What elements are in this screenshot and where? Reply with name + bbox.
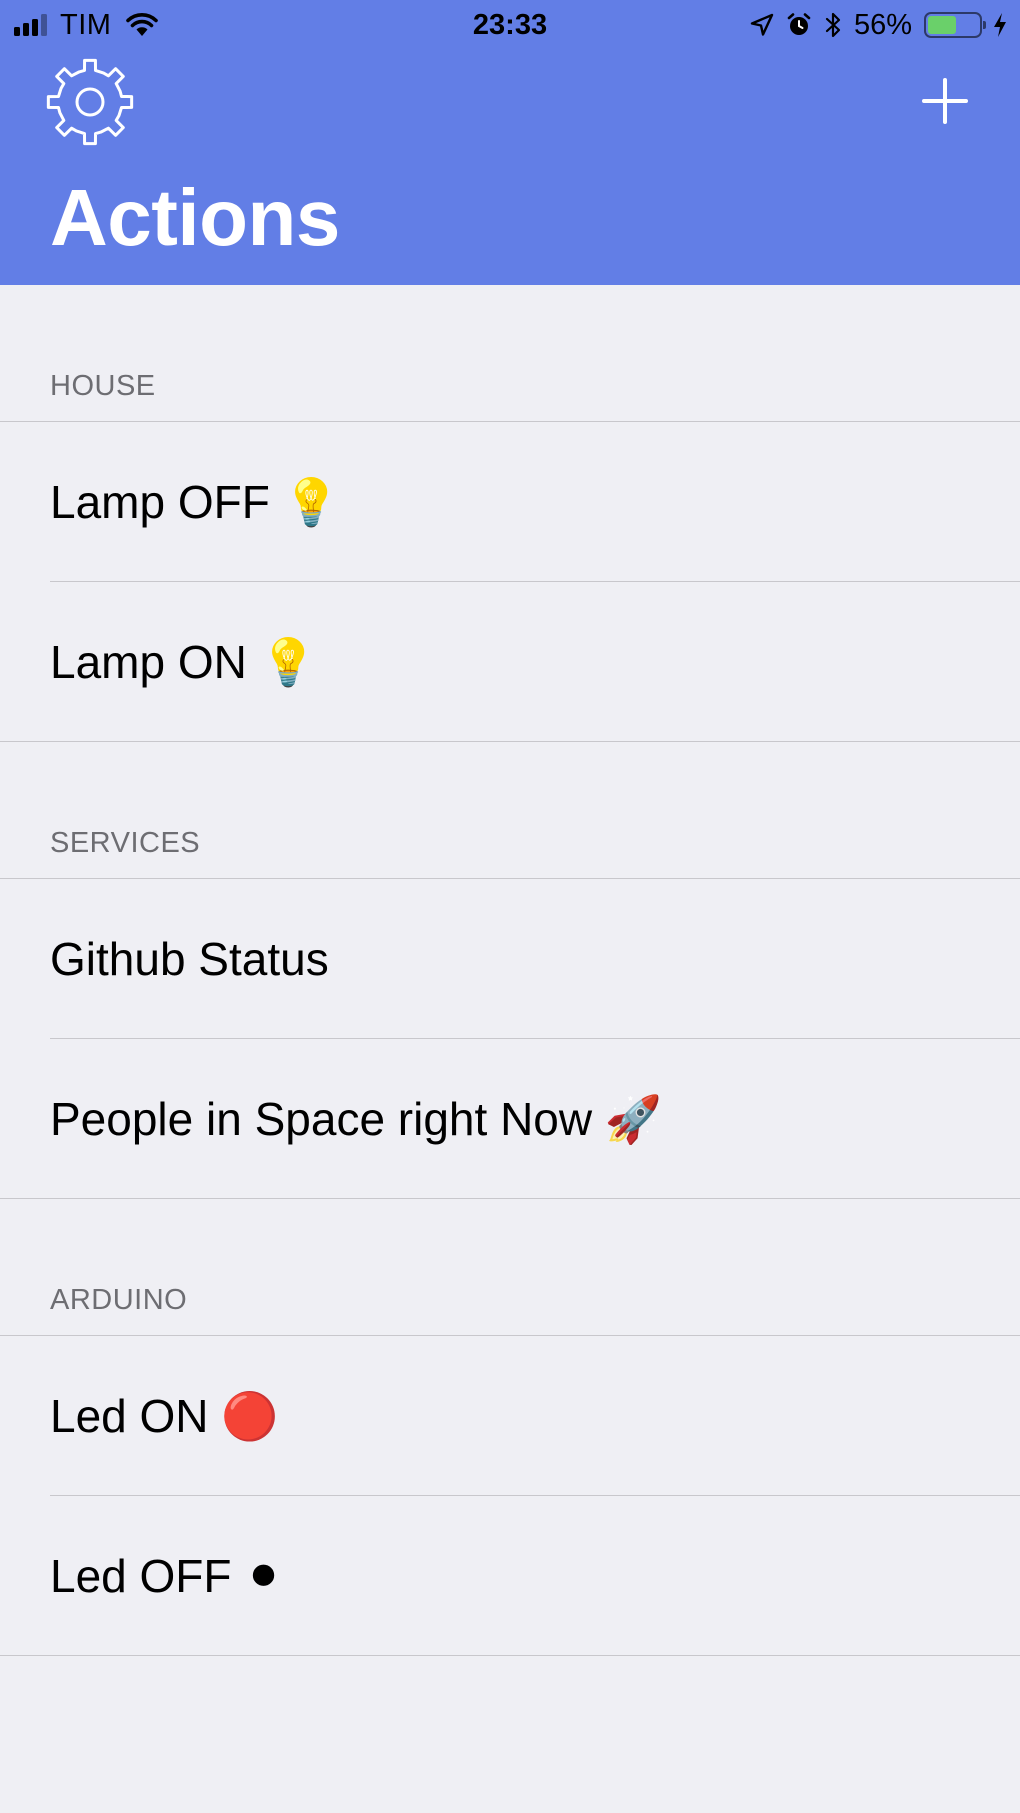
section-title: ARDUINO xyxy=(50,1284,188,1316)
page-title: Actions xyxy=(50,173,340,262)
plus-icon xyxy=(922,78,968,124)
alarm-icon xyxy=(787,13,811,35)
list-item-label: Led ON 🔴 xyxy=(50,1390,279,1442)
section-title: SERVICES xyxy=(50,827,201,859)
list-item-people-in-space[interactable]: People in Space right Now 🚀 xyxy=(0,1039,1020,1199)
gear-icon xyxy=(46,58,134,146)
list-item-lamp-on[interactable]: Lamp ON 💡 xyxy=(0,582,1020,742)
bluetooth-icon xyxy=(825,12,841,38)
list-item-github-status[interactable]: Github Status xyxy=(0,879,1020,1039)
battery-level xyxy=(928,16,956,34)
add-action-button[interactable] xyxy=(922,78,968,124)
list-item-label: People in Space right Now 🚀 xyxy=(50,1093,663,1145)
battery-percent: 56% xyxy=(853,8,912,41)
list-item-label: Lamp ON 💡 xyxy=(50,636,317,688)
charging-bolt-icon xyxy=(994,13,1006,37)
navigation-header: TIM 23:33 56% Actions xyxy=(0,0,1020,285)
battery-icon xyxy=(924,12,986,38)
list-item-label: Lamp OFF 💡 xyxy=(50,476,340,528)
row-divider xyxy=(0,1655,1020,1656)
section-header-house: HOUSE xyxy=(0,285,1020,422)
list-item-led-on[interactable]: Led ON 🔴 xyxy=(0,1336,1020,1496)
actions-list: HOUSE Lamp OFF 💡 Lamp ON 💡 SERVICES Gith… xyxy=(0,285,1020,1656)
list-item-label: Github Status xyxy=(50,933,329,985)
section-header-services: SERVICES xyxy=(0,742,1020,879)
status-right: 56% xyxy=(738,9,1008,41)
section-header-arduino: ARDUINO xyxy=(0,1199,1020,1336)
gear-outline xyxy=(46,58,134,146)
location-arrow-icon xyxy=(750,13,774,36)
list-item-label: Led OFF ⚫ xyxy=(50,1550,283,1602)
settings-button[interactable] xyxy=(44,56,136,148)
status-bar: TIM 23:33 56% xyxy=(0,0,1020,50)
section-title: HOUSE xyxy=(50,370,156,402)
list-item-led-off[interactable]: Led OFF ⚫ xyxy=(0,1496,1020,1656)
list-item-lamp-off[interactable]: Lamp OFF 💡 xyxy=(0,422,1020,582)
